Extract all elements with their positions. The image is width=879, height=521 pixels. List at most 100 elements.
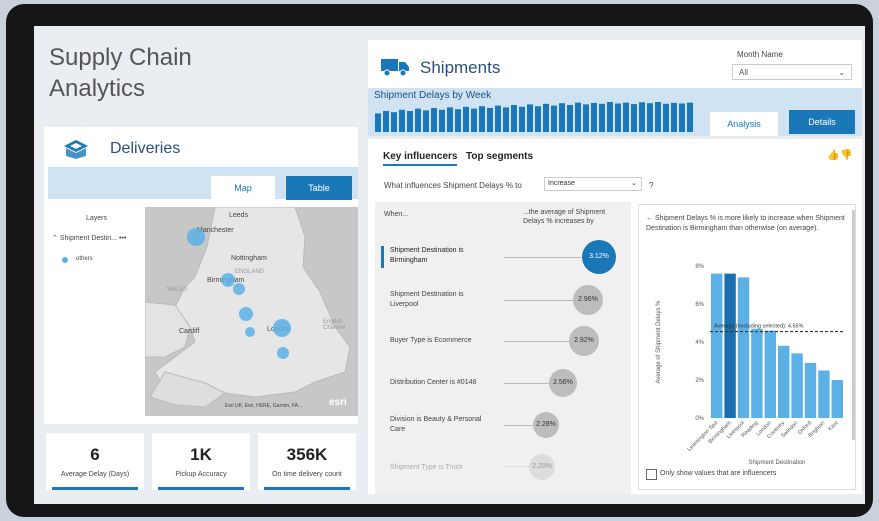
weekly-bar[interactable]	[471, 108, 477, 132]
tab-table[interactable]: Table	[286, 176, 352, 200]
influencer-row-label[interactable]: Division is Beauty & Personal Care	[390, 415, 490, 435]
influencers-only-checkbox[interactable]	[646, 469, 657, 480]
layer-item[interactable]: ⌃ Shipment Destin... •••	[52, 234, 126, 242]
influence-question: What influences Shipment Delays % to	[384, 181, 522, 190]
weekly-bar[interactable]	[647, 103, 653, 132]
detail-bar[interactable]	[804, 362, 817, 418]
weekly-bar[interactable]	[487, 108, 493, 132]
legend-dot-icon	[62, 257, 68, 263]
weekly-bar[interactable]	[639, 102, 645, 132]
weekly-bar[interactable]	[439, 109, 445, 132]
weekly-bar[interactable]	[511, 105, 517, 132]
influencer-circle[interactable]: 2.20%	[529, 454, 555, 480]
kpi-value: 1K	[190, 445, 212, 464]
weekly-bar[interactable]	[527, 104, 533, 132]
tab-map[interactable]: Map	[211, 176, 275, 200]
weekly-bar[interactable]	[623, 102, 629, 132]
detail-bar[interactable]	[724, 273, 736, 418]
weekly-bar[interactable]	[543, 103, 549, 132]
tab-top-segments[interactable]: Top segments	[466, 151, 533, 162]
weekly-bar[interactable]	[431, 108, 437, 132]
influencer-row-label[interactable]: Shipment Destination is Liverpool	[390, 290, 490, 310]
weekly-bar[interactable]	[423, 110, 429, 132]
weekly-bar[interactable]	[479, 106, 485, 132]
weekly-bar[interactable]	[447, 107, 453, 132]
weekly-bar[interactable]	[455, 109, 461, 132]
influencer-circle[interactable]: 2.28%	[533, 412, 559, 438]
weekly-bar[interactable]	[495, 105, 501, 132]
kpi-accent-bar	[264, 487, 350, 490]
weekly-bar[interactable]	[599, 103, 605, 132]
influence-direction-select[interactable]: Increase ⌄	[544, 177, 642, 191]
weekly-bar[interactable]	[391, 112, 397, 132]
detail-bar[interactable]	[778, 345, 790, 418]
influencer-row-label[interactable]: Shipment Type is Truck	[390, 463, 490, 473]
weekly-delays-chart[interactable]	[374, 98, 694, 132]
weekly-bar[interactable]	[567, 105, 573, 132]
influencer-circle[interactable]: 2.92%	[569, 326, 599, 356]
thumbs-down-icon[interactable]: 👎	[840, 150, 852, 161]
weekly-bar[interactable]	[551, 105, 557, 132]
weekly-bar[interactable]	[591, 102, 597, 132]
weekly-bar[interactable]	[655, 102, 661, 132]
influencer-circle[interactable]: 2.96%	[573, 285, 603, 315]
y-axis-label: Average of Shipment Delays %	[656, 300, 662, 384]
detail-bar[interactable]	[751, 328, 763, 418]
dashboard-screen: Supply Chain Analytics Deliveries Map Tab…	[34, 26, 865, 504]
weekly-bar[interactable]	[631, 104, 637, 132]
y-tick-label: 8%	[695, 264, 704, 270]
tab-key-influencers[interactable]: Key influencers	[383, 151, 458, 166]
month-filter-select[interactable]: All ⌄	[732, 64, 852, 80]
map-bubble[interactable]	[239, 307, 253, 321]
detail-bar[interactable]	[737, 277, 750, 418]
map-bubble[interactable]	[187, 228, 205, 246]
weekly-bar[interactable]	[503, 107, 509, 132]
map-bubble[interactable]	[233, 283, 245, 295]
back-arrow-icon[interactable]: ←	[646, 215, 653, 222]
more-icon[interactable]: •••	[119, 235, 126, 242]
weekly-bar[interactable]	[535, 106, 541, 132]
influence-direction-value: Increase	[548, 180, 575, 187]
row-connector	[504, 341, 570, 342]
detail-bar-chart[interactable]: 0%2%4%6%8%Average of Shipment Delays %Le…	[638, 248, 850, 468]
truck-icon	[381, 59, 409, 77]
tab-details[interactable]: Details	[789, 110, 855, 134]
weekly-bar[interactable]	[583, 104, 589, 132]
scrollbar[interactable]	[852, 210, 855, 440]
map-view[interactable]: Leeds Manchester Nottingham ENGLAND Birm…	[145, 207, 358, 416]
device-frame: Supply Chain Analytics Deliveries Map Tab…	[6, 4, 873, 517]
weekly-bar[interactable]	[575, 102, 581, 132]
influencer-row-label[interactable]: Distribution Center is #0148	[390, 378, 490, 388]
thumbs-up-icon[interactable]: 👍	[827, 150, 839, 161]
weekly-bar[interactable]	[463, 106, 469, 132]
map-bubble[interactable]	[277, 347, 289, 359]
influencer-row-label[interactable]: Buyer Type is Ecommerce	[390, 336, 490, 346]
weekly-bar[interactable]	[559, 103, 565, 132]
weekly-bar[interactable]	[375, 113, 381, 132]
influencer-circle[interactable]: 3.12%	[582, 240, 616, 274]
weekly-bar[interactable]	[615, 103, 621, 133]
weekly-bar[interactable]	[687, 102, 693, 132]
weekly-bar[interactable]	[383, 111, 389, 132]
weekly-bar[interactable]	[679, 103, 685, 133]
influencer-circle[interactable]: 2.56%	[549, 369, 577, 397]
tab-analysis[interactable]: Analysis	[710, 112, 778, 136]
weekly-bar[interactable]	[671, 102, 677, 132]
layer-item-label: Shipment Destin...	[59, 235, 118, 242]
map-bubble[interactable]	[245, 327, 255, 337]
detail-bar[interactable]	[831, 380, 843, 418]
map-label-england: ENGLAND	[235, 269, 265, 275]
map-bubble[interactable]	[273, 319, 291, 337]
detail-bar[interactable]	[818, 370, 830, 419]
weekly-bar[interactable]	[663, 103, 669, 132]
weekly-bar[interactable]	[607, 102, 613, 132]
detail-bar[interactable]	[711, 273, 723, 418]
weekly-bar[interactable]	[415, 108, 421, 132]
detail-bar[interactable]	[791, 353, 803, 418]
detail-bar[interactable]	[764, 330, 776, 418]
weekly-bar[interactable]	[399, 109, 405, 132]
weekly-bar[interactable]	[407, 111, 413, 132]
kpi-pickup-accuracy: 1K Pickup Accuracy	[152, 433, 250, 490]
weekly-bar[interactable]	[519, 106, 525, 132]
influencer-row-label[interactable]: Shipment Destination is Birmingham	[390, 246, 490, 266]
